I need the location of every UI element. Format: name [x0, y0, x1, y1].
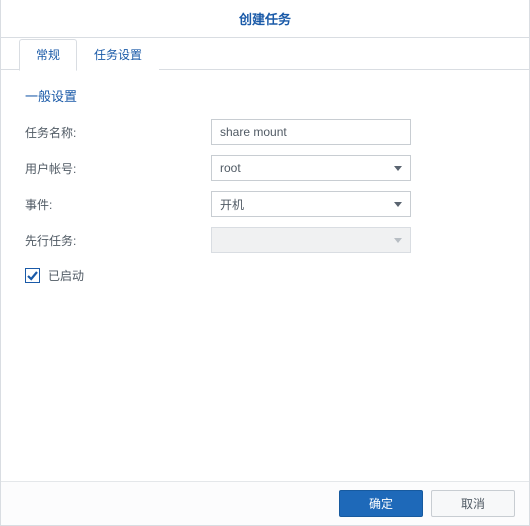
cancel-button[interactable]: 取消: [431, 490, 515, 517]
chevron-down-icon: [394, 238, 402, 243]
checkbox-enabled[interactable]: [25, 268, 40, 283]
select-user-value: root: [220, 161, 241, 175]
tab-bar: 常规 任务设置: [1, 38, 529, 70]
chevron-down-icon: [394, 202, 402, 207]
row-user: 用户帐号: root: [25, 155, 505, 181]
label-pretask: 先行任务:: [25, 232, 211, 249]
tab-general[interactable]: 常规: [19, 39, 77, 71]
dialog-header: 创建任务: [1, 0, 529, 38]
select-user[interactable]: root: [211, 155, 411, 181]
label-user: 用户帐号:: [25, 160, 211, 177]
row-event: 事件: 开机: [25, 191, 505, 217]
ok-button[interactable]: 确定: [339, 490, 423, 517]
tab-general-label: 常规: [36, 48, 60, 62]
input-task-name[interactable]: [211, 119, 411, 145]
chevron-down-icon: [394, 166, 402, 171]
select-event[interactable]: 开机: [211, 191, 411, 217]
label-event: 事件:: [25, 196, 211, 213]
row-pretask: 先行任务:: [25, 227, 505, 253]
section-title: 一般设置: [25, 86, 505, 105]
cancel-button-label: 取消: [461, 495, 485, 512]
select-event-value: 开机: [220, 196, 244, 213]
row-enabled: 已启动: [25, 267, 505, 284]
row-task-name: 任务名称:: [25, 119, 505, 145]
ok-button-label: 确定: [369, 495, 393, 512]
label-enabled: 已启动: [48, 267, 84, 284]
tab-task-settings-label: 任务设置: [94, 48, 142, 62]
label-task-name: 任务名称:: [25, 124, 211, 141]
dialog-footer: 确定 取消: [1, 481, 529, 525]
checkmark-icon: [26, 269, 39, 282]
select-pretask: [211, 227, 411, 253]
dialog-title: 创建任务: [239, 9, 291, 28]
tab-task-settings[interactable]: 任务设置: [77, 39, 159, 71]
content-area: 一般设置 任务名称: 用户帐号: root 事件: 开机 先行任务:: [1, 70, 529, 294]
